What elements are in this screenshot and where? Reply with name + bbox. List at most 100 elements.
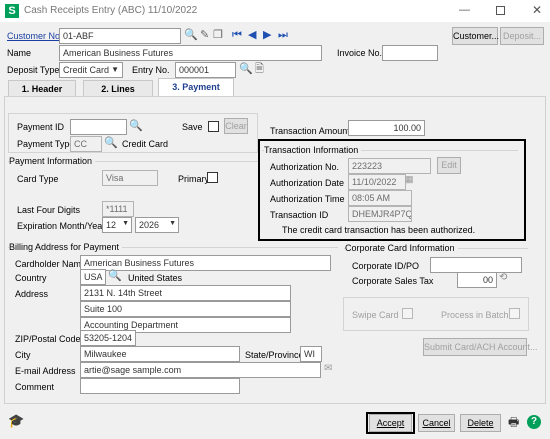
authorization-message: The credit card transaction has been aut…: [282, 225, 476, 235]
cardholder-label: Cardholder Name: [15, 259, 87, 269]
zip-field[interactable]: 53205-1204: [80, 330, 136, 346]
notes-icon[interactable]: ❐: [213, 29, 223, 41]
customer-no-field[interactable]: 01-ABF: [59, 28, 181, 44]
transaction-info-title: Transaction Information: [264, 145, 362, 155]
customer-no-label[interactable]: Customer No.: [7, 31, 63, 41]
cancel-button-label: Cancel: [422, 418, 451, 428]
payment-id-lookup-icon[interactable]: 🔍: [129, 120, 143, 132]
maximize-icon[interactable]: [496, 6, 505, 15]
title-bar: S Cash Receipts Entry (ABC) 11/10/2022 —…: [0, 0, 550, 22]
primary-label: Primary: [178, 174, 209, 184]
corporate-id-label: Corporate ID/PO: [352, 261, 420, 271]
memo-icon[interactable]: ✎: [200, 29, 209, 41]
entry-no-label: Entry No.: [132, 65, 170, 75]
process-batch-label: Process in Batch: [441, 310, 509, 320]
help-hat-icon[interactable]: 🎓: [8, 414, 24, 427]
country-field[interactable]: USA: [80, 269, 106, 285]
deposit-type-select[interactable]: Credit Card ▼: [59, 62, 123, 78]
payment-id-field[interactable]: [70, 119, 127, 135]
corporate-sales-tax-field[interactable]: 00: [457, 272, 497, 288]
payment-id-label: Payment ID: [17, 122, 65, 132]
chevron-down-icon: ▼: [169, 220, 176, 227]
swipe-card-label: Swipe Card: [352, 310, 399, 320]
auth-time-label: Authorization Time: [270, 194, 345, 204]
chevron-down-icon: ▼: [122, 220, 129, 227]
previous-record-icon[interactable]: ◀: [248, 29, 256, 41]
corporate-title: Corporate Card Information: [345, 243, 458, 253]
transaction-id-field: DHEMJR4P7Q: [348, 206, 412, 222]
save-label: Save: [182, 122, 203, 132]
lookup-icon[interactable]: 🔍: [184, 29, 198, 41]
corporate-id-field[interactable]: [430, 257, 522, 273]
cancel-button[interactable]: Cancel: [418, 414, 455, 432]
next-record-icon[interactable]: ▶: [263, 29, 271, 41]
primary-checkbox[interactable]: [207, 172, 218, 183]
zip-label: ZIP/Postal Code: [15, 334, 81, 344]
customer-button[interactable]: Customer...: [452, 27, 499, 45]
auth-date-field: 11/10/2022: [348, 174, 406, 190]
transaction-id-label: Transaction ID: [270, 210, 329, 220]
country-lookup-icon[interactable]: 🔍: [108, 270, 122, 282]
address-line2-field[interactable]: Suite 100: [80, 301, 291, 317]
state-field[interactable]: WI: [300, 346, 322, 362]
entry-no-field[interactable]: 000001: [175, 62, 236, 78]
invoice-no-field[interactable]: [382, 45, 438, 61]
help-icon[interactable]: ?: [527, 415, 541, 429]
first-record-icon[interactable]: ⏮: [232, 29, 242, 41]
payment-type-desc: Credit Card: [122, 139, 169, 149]
corporate-sales-tax-label: Corporate Sales Tax: [352, 276, 434, 286]
expiration-label: Expiration Month/Year: [17, 221, 106, 231]
tab-lines[interactable]: 2. Lines: [83, 80, 153, 97]
auth-date-label: Authorization Date: [270, 178, 345, 188]
payment-type-lookup-icon[interactable]: 🔍: [104, 137, 118, 149]
printer-icon[interactable]: 🖶: [508, 416, 519, 428]
email-field[interactable]: artie@sage sample.com: [80, 362, 321, 378]
process-batch-checkbox[interactable]: [509, 308, 520, 319]
name-label: Name: [7, 48, 32, 58]
accept-button[interactable]: Accept: [369, 414, 412, 432]
swipe-card-checkbox[interactable]: [402, 308, 413, 319]
payment-info-title: Payment Information: [9, 156, 96, 166]
city-field[interactable]: Milwaukee: [80, 346, 240, 362]
close-icon[interactable]: ✕: [532, 4, 542, 16]
calendar-icon[interactable]: ▦: [405, 173, 414, 185]
city-label: City: [15, 350, 31, 360]
state-label: State/Province: [245, 350, 304, 360]
last-record-icon[interactable]: ⏭: [278, 29, 288, 41]
new-entry-icon[interactable]: 🗎: [255, 63, 264, 75]
window-title: Cash Receipts Entry (ABC) 11/10/2022: [24, 5, 198, 16]
card-type-label: Card Type: [17, 174, 59, 184]
auth-no-label: Authorization No.: [270, 162, 340, 172]
chevron-down-icon: ▼: [111, 65, 119, 74]
tab-payment-label: 3. Payment: [172, 82, 220, 92]
exp-year-value: 2026: [139, 220, 160, 230]
exp-year-select[interactable]: 2026 ▼: [135, 217, 179, 233]
calculator-icon[interactable]: ⟲: [499, 272, 507, 284]
transaction-amount-field[interactable]: 100.00: [348, 120, 425, 136]
minimize-icon[interactable]: —: [459, 4, 470, 16]
deposit-type-value: Credit Card: [63, 65, 110, 75]
delete-button[interactable]: Delete: [460, 414, 501, 432]
address-line1-field[interactable]: 2131 N. 14th Street: [80, 285, 291, 301]
accept-button-label: Accept: [376, 418, 405, 428]
clear-button[interactable]: Clear: [224, 118, 248, 134]
tab-header[interactable]: 1. Header: [8, 80, 76, 97]
payment-type-field: CC: [70, 136, 102, 152]
deposit-button[interactable]: Deposit...: [500, 27, 544, 45]
submit-card-button[interactable]: Submit Card/ACH Account...: [423, 338, 538, 356]
cardholder-field[interactable]: American Business Futures: [80, 255, 331, 271]
tab-payment[interactable]: 3. Payment: [158, 78, 234, 97]
tab-header-label: 1. Header: [21, 84, 63, 94]
entry-lookup-icon[interactable]: 🔍: [239, 63, 253, 75]
comment-field[interactable]: [80, 378, 240, 394]
auth-time-field: 08:05 AM: [348, 190, 412, 206]
edit-button[interactable]: Edit: [437, 157, 461, 174]
comment-label: Comment: [15, 382, 55, 392]
exp-month-value: 12: [106, 220, 117, 230]
billing-title: Billing Address for Payment: [9, 242, 123, 252]
name-field[interactable]: American Business Futures: [59, 45, 322, 61]
exp-month-select[interactable]: 12 ▼: [102, 217, 132, 233]
email-envelope-icon[interactable]: ✉: [324, 363, 332, 375]
payment-type-label: Payment Type: [17, 139, 75, 149]
save-checkbox[interactable]: [208, 121, 219, 132]
